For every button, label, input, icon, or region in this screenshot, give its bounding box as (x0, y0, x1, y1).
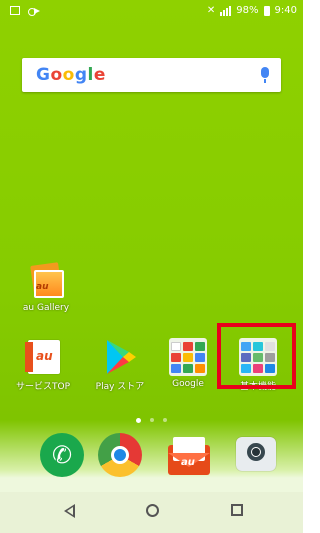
signal-icon (220, 5, 232, 16)
battery-percent: 98% (236, 5, 259, 16)
hotseat: ✆ au (0, 433, 303, 485)
play-store-app[interactable]: Play ストア (89, 338, 151, 392)
notification-icon (10, 6, 20, 15)
chrome-icon[interactable] (98, 433, 142, 477)
play-store-icon (107, 340, 136, 374)
highlight-box (217, 323, 296, 389)
app-label: Google (172, 379, 204, 389)
au-gallery-app[interactable]: au au Gallery (16, 262, 76, 313)
status-right-icons: ✕ 98% 9:40 (207, 5, 297, 16)
home-screen: ✕ 98% 9:40 Google au au Gallery au サービスT… (0, 0, 303, 533)
sync-icon (28, 6, 40, 16)
page-dot (163, 418, 167, 422)
au-gallery-label: au Gallery (22, 303, 70, 313)
page-dot (150, 418, 154, 422)
app-label: Play ストア (95, 382, 145, 392)
mic-icon[interactable] (261, 67, 269, 83)
status-bar: ✕ 98% 9:40 (0, 0, 303, 24)
recent-apps-icon[interactable] (231, 504, 243, 516)
back-icon[interactable] (64, 504, 75, 518)
google-logo: Google (36, 65, 106, 85)
status-left-icons (10, 6, 40, 16)
phone-icon[interactable]: ✆ (40, 433, 84, 477)
home-icon[interactable] (146, 504, 159, 517)
google-folder-icon (169, 338, 207, 376)
au-mail-icon[interactable]: au (168, 435, 210, 477)
service-top-app[interactable]: au サービスTOP (12, 338, 74, 392)
google-folder[interactable]: Google (157, 338, 219, 389)
battery-icon (263, 5, 270, 16)
mute-icon: ✕ (206, 5, 216, 16)
google-search-bar[interactable]: Google (22, 58, 281, 92)
au-gallery-icon: au (28, 262, 64, 300)
page-dot-active (136, 418, 141, 423)
au-service-icon: au (25, 338, 61, 376)
page-indicator (0, 418, 303, 423)
camera-icon[interactable] (236, 437, 276, 471)
navigation-bar (0, 492, 303, 533)
app-label: サービスTOP (15, 382, 70, 392)
clock: 9:40 (274, 5, 297, 16)
